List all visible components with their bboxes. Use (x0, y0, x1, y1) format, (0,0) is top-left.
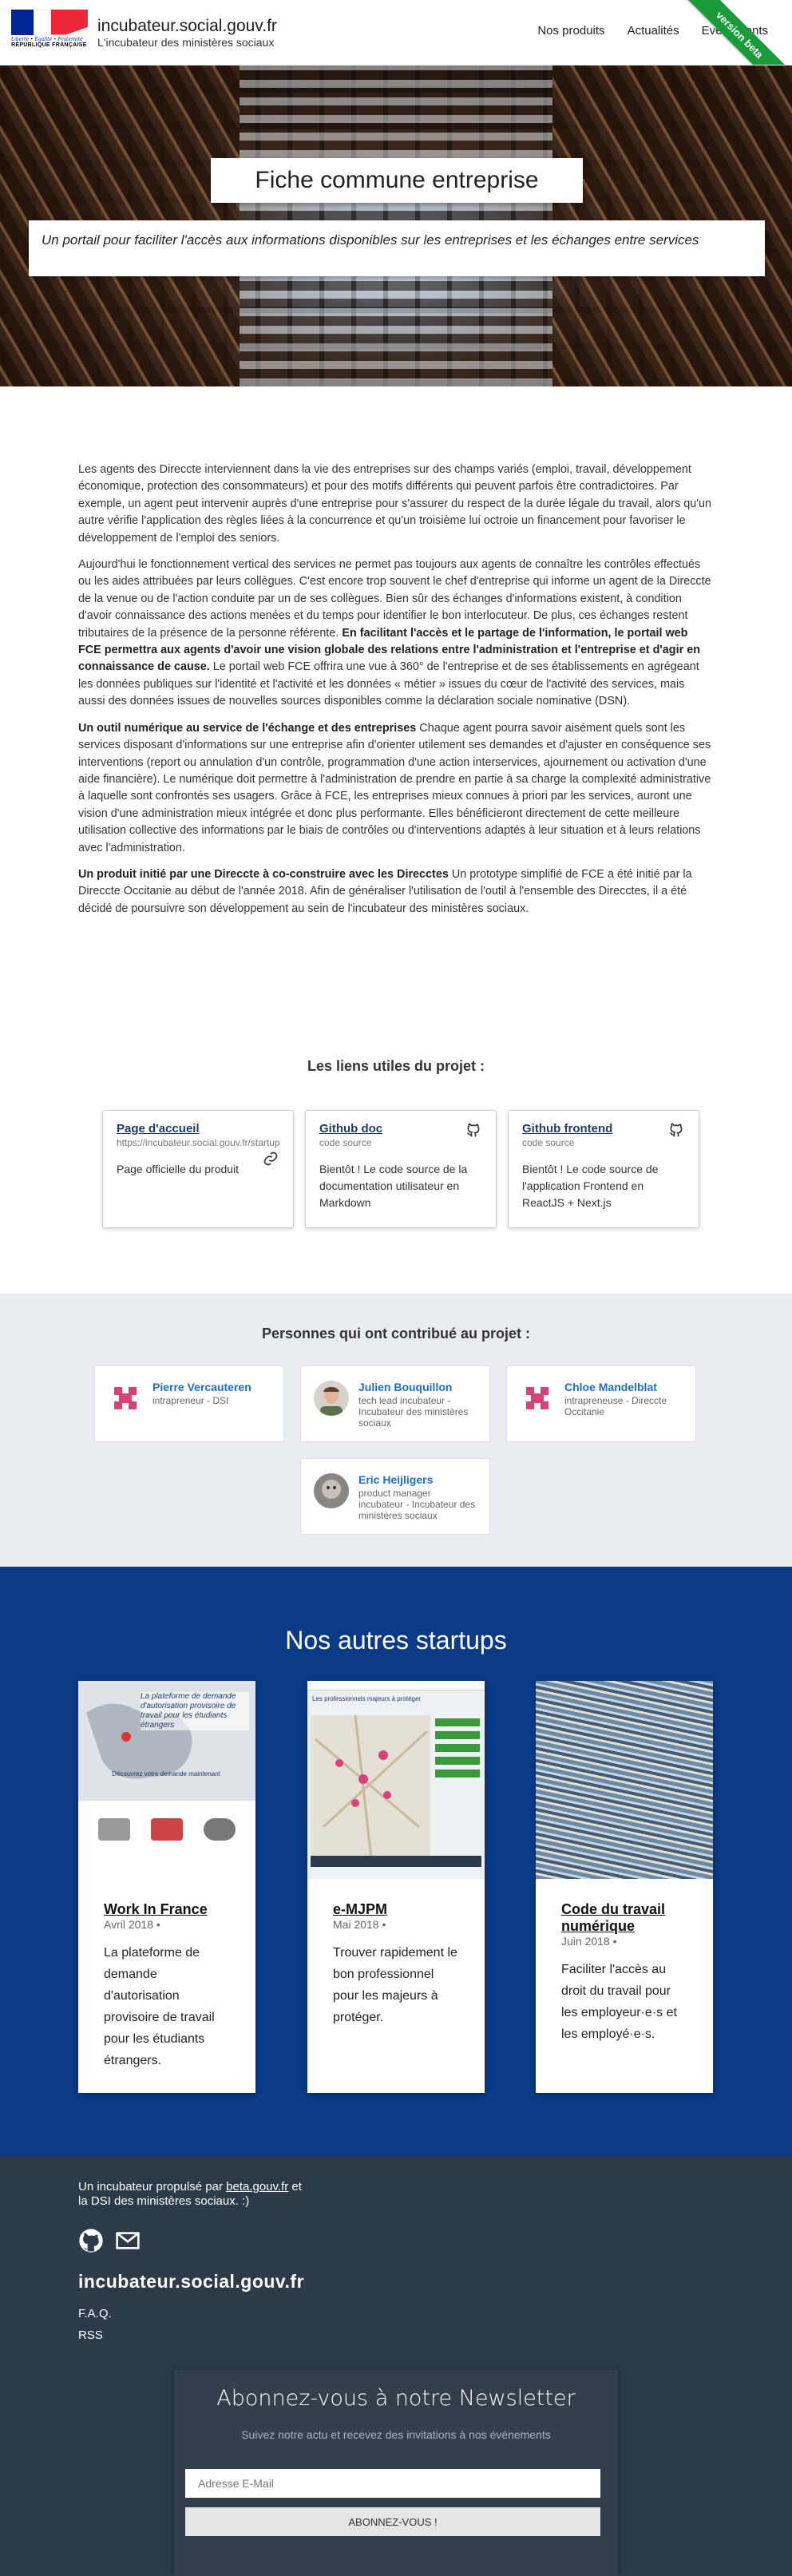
footer-social (78, 2228, 141, 2253)
contributor-name[interactable]: Eric Heijligers (358, 1473, 477, 1486)
footer-tagline-line2: la DSI des ministères sociaux. :) (78, 2194, 250, 2208)
startup-desc: Trouver rapidement le bon professionnel … (333, 1946, 457, 2024)
startup-name[interactable]: Code du travail numérique (561, 1901, 665, 1934)
link-card-github-doc[interactable]: Github doc code source Bientôt ! Le code… (305, 1110, 497, 1228)
p4-heading: Un produit initié par une Direccte à co-… (78, 867, 449, 881)
contributor-name[interactable]: Julien Bouquillon (358, 1381, 477, 1393)
link-card-title[interactable]: Github frontend (522, 1122, 612, 1135)
footer-brand[interactable]: incubateur.social.gouv.fr (78, 2271, 304, 2293)
site-header: Liberté • Égalité • Fraternité RÉPUBLIQU… (0, 0, 792, 65)
startup-name[interactable]: e-MJPM (333, 1901, 387, 1917)
project-description: Les agents des Direccte interviennent da… (78, 462, 714, 927)
avatar (314, 1473, 349, 1508)
startups-title: Nos autres startups (285, 1626, 507, 1655)
link-card-homepage[interactable]: Page d'accueil https://incubateur.social… (102, 1110, 294, 1228)
page-title: Fiche commune entreprise (211, 158, 583, 203)
startup-banner-button-label: Découvrez votre demande maintenant (112, 1770, 220, 1777)
marianne-label: RÉPUBLIQUE FRANÇAISE (11, 42, 87, 48)
startup-screenshot (536, 1681, 713, 1879)
french-flag-icon (11, 9, 88, 35)
beta-gouv-link[interactable]: beta.gouv.fr (226, 2180, 288, 2194)
contributor-card[interactable]: Chloe Mandelblat intrapreneuse - Direccte… (506, 1365, 696, 1442)
truck-icon (98, 1818, 130, 1841)
startup-date: Avril 2018 • (104, 1918, 160, 1931)
paragraph-3: Un outil numérique au service de l'échan… (78, 720, 714, 857)
document-icon (151, 1818, 183, 1841)
startup-date: Juin 2018 • (561, 1935, 617, 1948)
avatar (314, 1381, 349, 1416)
newsletter-subtitle: Suivez notre actu et recevez des invitat… (241, 2428, 551, 2441)
page-lead: Un portail pour faciliter l'accès aux in… (29, 220, 765, 276)
startup-desc: Faciliter l'accès au droit du travail po… (561, 1963, 677, 2041)
map-icon (311, 1714, 481, 1867)
startup-card[interactable]: Les professionnels majeurs à protéger e-… (307, 1681, 485, 2093)
hero-banner: Fiche commune entreprise Un portail pour… (0, 65, 792, 386)
startup-screenshot-topbar (307, 1681, 485, 1690)
startup-date: Mai 2018 • (333, 1918, 386, 1931)
link-card-desc: Bientôt ! Le code source de la documenta… (319, 1163, 468, 1209)
contributor-card[interactable]: Pierre Vercauteren intrapreneur - DSI (94, 1365, 284, 1442)
site-brand[interactable]: incubateur.social.gouv.fr L'incubateur d… (97, 17, 277, 49)
startup-screenshot: Les professionnels majeurs à protéger (307, 1681, 485, 1879)
github-icon[interactable] (78, 2228, 104, 2253)
contributor-name[interactable]: Chloe Mandelblat (564, 1381, 683, 1393)
github-icon[interactable] (668, 1122, 684, 1138)
mail-icon[interactable] (115, 2228, 141, 2253)
link-card-title[interactable]: Github doc (319, 1122, 382, 1135)
footer-tagline: Un incubateur propulsé par beta.gouv.fr … (78, 2180, 302, 2209)
site-subtitle: L'incubateur des ministères sociaux (97, 35, 275, 49)
link-card-title[interactable]: Page d'accueil (117, 1122, 200, 1135)
startup-name[interactable]: Work In France (104, 1901, 208, 1917)
github-icon[interactable] (465, 1122, 481, 1138)
link-card-subtitle: code source (319, 1137, 372, 1148)
contributor-card[interactable]: Julien Bouquillon tech lead incubateur - … (300, 1365, 490, 1442)
site-title[interactable]: incubateur.social.gouv.fr (97, 17, 277, 36)
marianne-motto: Liberté • Égalité • Fraternité (11, 36, 83, 42)
contributor-name[interactable]: Pierre Vercauteren (152, 1381, 251, 1393)
startup-screenshot: La plateforme de demande d'autorisation … (78, 1681, 255, 1879)
footer-link-faq[interactable]: F.A.Q. (78, 2307, 112, 2320)
paragraph-2: Aujourd'hui le fonctionnement vertical d… (78, 557, 714, 711)
startup-banner-text: Les professionnels majeurs à protéger (312, 1695, 422, 1702)
footer-tagline-post: et (288, 2180, 302, 2194)
link-card-desc: Page officielle du produit (117, 1163, 240, 1175)
links-list: Page d'accueil https://incubateur.social… (102, 1110, 699, 1228)
newsletter-email-input[interactable] (185, 2469, 600, 2498)
link-card-desc: Bientôt ! Le code source de l'applicatio… (522, 1163, 659, 1209)
link-card-github-frontend[interactable]: Github frontend code source Bientôt ! Le… (508, 1110, 699, 1228)
contributors-title: Personnes qui ont contribué au projet : (261, 1326, 531, 1342)
footer-tagline-pre: Un incubateur propulsé par (78, 2180, 227, 2194)
p3-heading: Un outil numérique au service de l'échan… (78, 721, 417, 735)
contributor-role: intrapreneur - DSI (152, 1395, 229, 1406)
p3-text: Chaque agent pourra savoir aisément quel… (78, 721, 711, 854)
contributor-card[interactable]: Eric Heijligers product manager incubateu… (300, 1458, 490, 1535)
links-title: Les liens utiles du projet : (307, 1058, 485, 1074)
link-icon[interactable] (263, 1151, 279, 1167)
startup-screenshot-icons (78, 1801, 255, 1858)
link-card-subtitle: https://incubateur.social.gouv.fr/startu… (117, 1137, 279, 1148)
nav-produits[interactable]: Nos produits (537, 24, 604, 38)
contributor-role: intrapreneuse - Direccte Occitanie (564, 1395, 667, 1417)
marianne-logo[interactable]: Liberté • Égalité • Fraternité RÉPUBLIQU… (11, 9, 88, 56)
newsletter-box: Abonnez-vous à notre Newsletter Suivez n… (174, 2370, 618, 2576)
paragraph-1: Les agents des Direccte interviennent da… (78, 463, 712, 545)
paragraph-4: Un produit initié par une Direccte à co-… (78, 866, 714, 917)
link-card-subtitle: code source (522, 1137, 575, 1148)
startup-card[interactable]: Code du travail numérique Juin 2018 • Fa… (536, 1681, 713, 2093)
check-icon (204, 1818, 236, 1841)
contributor-role: product manager incubateur - Incubateur … (358, 1488, 476, 1521)
startup-desc: La plateforme de demande d'autorisation … (104, 1946, 215, 2067)
footer-link-rss[interactable]: RSS (78, 2328, 103, 2342)
site-footer: Un incubateur propulsé par beta.gouv.fr … (0, 2156, 792, 2576)
newsletter-subscribe-button[interactable]: ABONNEZ-VOUS ! (185, 2507, 600, 2536)
nav-actualites[interactable]: Actualités (628, 24, 679, 38)
avatar (520, 1381, 555, 1416)
startup-screenshot-hero: La plateforme de demande d'autorisation … (78, 1681, 255, 1801)
startup-banner-text: La plateforme de demande d'autorisation … (141, 1692, 249, 1730)
startup-card[interactable]: La plateforme de demande d'autorisation … (78, 1681, 255, 2093)
avatar (108, 1381, 143, 1416)
newsletter-title: Abonnez-vous à notre Newsletter (216, 2386, 576, 2411)
contributor-role: tech lead incubateur - Incubateur des mi… (358, 1395, 469, 1429)
